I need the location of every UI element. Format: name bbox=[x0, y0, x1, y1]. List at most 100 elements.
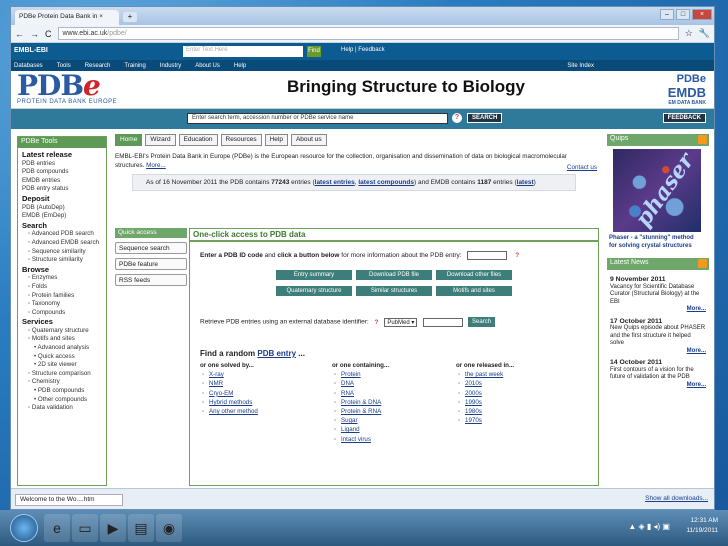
download-other-files-button[interactable]: Download other files bbox=[436, 270, 512, 280]
sidebar-link[interactable]: ◦ Advanced EMDB search bbox=[22, 239, 102, 248]
new-tab-button[interactable]: + bbox=[123, 12, 137, 22]
tab-about-us[interactable]: About us bbox=[290, 134, 327, 146]
pdbe-feature-button[interactable]: PDBe feature bbox=[115, 258, 187, 270]
random-link[interactable]: Protein & RNA bbox=[332, 407, 389, 416]
sidebar-link[interactable]: ◦ Sequence similarity bbox=[22, 248, 102, 257]
emdb-latest-link[interactable]: latest bbox=[517, 179, 534, 186]
tab-education[interactable]: Education bbox=[178, 134, 218, 146]
sidebar-link[interactable]: ◦ Chemistry bbox=[22, 378, 102, 387]
sidebar-link[interactable]: PDB entries bbox=[22, 160, 102, 169]
ebi-nav-tools[interactable]: Tools bbox=[57, 63, 71, 69]
ebi-help-links[interactable]: Help | Feedback bbox=[341, 47, 385, 53]
pdb-id-input[interactable] bbox=[467, 251, 508, 260]
download-item[interactable]: Welcome to the Wo....htm bbox=[15, 494, 123, 506]
rss-feeds-button[interactable]: RSS feeds bbox=[115, 274, 187, 286]
random-link[interactable]: the past week bbox=[456, 370, 514, 379]
sidebar-link[interactable]: ◦ Structure similarity bbox=[22, 256, 102, 265]
random-link[interactable]: Any other method bbox=[200, 407, 258, 416]
site-index-link[interactable]: Site Index bbox=[567, 63, 594, 69]
address-bar[interactable]: www.ebi.ac.uk/pdbe/ bbox=[57, 27, 679, 40]
emdb-logo[interactable]: PDBe EMDB EM DATA BANK bbox=[668, 73, 706, 106]
ebi-nav-databases[interactable]: Databases bbox=[14, 63, 43, 69]
random-link[interactable]: 1980s bbox=[456, 407, 514, 416]
download-pdb-file-button[interactable]: Download PDB file bbox=[356, 270, 432, 280]
news-more-link[interactable]: More... bbox=[610, 306, 706, 314]
reload-icon[interactable]: C bbox=[45, 29, 52, 39]
tab-home[interactable]: Home bbox=[115, 134, 143, 146]
sidebar-link[interactable]: • PDB compounds bbox=[22, 387, 102, 396]
help-question-icon[interactable]: ? bbox=[375, 319, 379, 326]
news-more-link[interactable]: More... bbox=[610, 382, 706, 390]
random-link[interactable]: X-ray bbox=[200, 370, 258, 379]
ebi-nav-about[interactable]: About Us bbox=[195, 63, 220, 69]
news-more-link[interactable]: More... bbox=[610, 348, 706, 356]
random-link[interactable]: DNA bbox=[332, 379, 389, 388]
sidebar-link[interactable]: PDB entry status bbox=[22, 185, 102, 194]
random-link[interactable]: RNA bbox=[332, 389, 389, 398]
tab-help[interactable]: Help bbox=[264, 134, 288, 146]
external-search-button[interactable]: Search bbox=[468, 317, 496, 327]
sidebar-link[interactable]: ◦ Advanced PDB search bbox=[22, 230, 102, 239]
rss-icon[interactable] bbox=[698, 259, 707, 268]
bookmark-star-icon[interactable]: ☆ bbox=[685, 28, 693, 39]
sidebar-link[interactable]: ◦ Compounds bbox=[22, 309, 102, 318]
external-id-input[interactable] bbox=[423, 317, 464, 327]
sequence-search-button[interactable]: Sequence search bbox=[115, 242, 187, 254]
quip-caption[interactable]: Phaser - a "stunning" method for solving… bbox=[609, 235, 703, 250]
ebi-nav-training[interactable]: Training bbox=[124, 63, 145, 69]
media-player-icon[interactable]: ▶ bbox=[100, 514, 126, 542]
sidebar-link[interactable]: EMDB entries bbox=[22, 177, 102, 186]
sidebar-link[interactable]: ◦ Quaternary structure bbox=[22, 327, 102, 336]
ebi-logo[interactable]: EMBL-EBI bbox=[14, 47, 48, 54]
random-link[interactable]: Cryo-EM bbox=[200, 389, 258, 398]
sidebar-link[interactable]: • 2D site viewer bbox=[22, 361, 102, 370]
sidebar-link[interactable]: ◦ Protein families bbox=[22, 292, 102, 301]
clock[interactable]: 12:31 AM 11/19/2011 bbox=[686, 516, 718, 536]
sidebar-link[interactable]: ◦ Data validation bbox=[22, 404, 102, 413]
minimize-button[interactable]: – bbox=[660, 9, 674, 20]
random-link[interactable]: Intact virus bbox=[332, 435, 389, 444]
random-link[interactable]: Protein & DNA bbox=[332, 398, 389, 407]
random-link[interactable]: Sugar bbox=[332, 416, 389, 425]
forward-icon[interactable]: → bbox=[30, 29, 39, 39]
latest-compounds-link[interactable]: latest compounds bbox=[358, 179, 414, 186]
sidebar-link[interactable]: • Quick access bbox=[22, 353, 102, 362]
random-link[interactable]: Ligand bbox=[332, 425, 389, 434]
tab-resources[interactable]: Resources bbox=[220, 134, 262, 146]
sidebar-link[interactable]: ◦ Taxonomy bbox=[22, 300, 102, 309]
sidebar-link[interactable]: • Other compounds bbox=[22, 396, 102, 405]
search-button[interactable]: SEARCH bbox=[467, 113, 503, 123]
browser-tab[interactable]: PDBe Protein Data Bank in × bbox=[15, 10, 119, 25]
ebi-search-input[interactable]: Enter Text Here bbox=[183, 46, 303, 57]
help-question-icon[interactable]: ? bbox=[452, 113, 462, 123]
phaser-image[interactable]: phaser bbox=[613, 149, 701, 232]
sidebar-link[interactable]: ◦ Structure comparison bbox=[22, 370, 102, 379]
sidebar-link[interactable]: EMDB (EmDep) bbox=[22, 212, 102, 221]
documents-icon[interactable]: ▤ bbox=[128, 514, 154, 542]
feedback-button[interactable]: FEEDBACK bbox=[662, 113, 706, 123]
ie-icon[interactable]: e bbox=[44, 514, 70, 542]
random-link[interactable]: 2000s bbox=[456, 389, 514, 398]
ebi-nav-research[interactable]: Research bbox=[85, 63, 111, 69]
random-link[interactable]: 1970s bbox=[456, 416, 514, 425]
random-link[interactable]: NMR bbox=[200, 379, 258, 388]
random-entry-link[interactable]: PDB entry bbox=[257, 349, 296, 358]
start-button[interactable] bbox=[10, 514, 38, 542]
random-link[interactable]: Hybrid methods bbox=[200, 398, 258, 407]
chrome-icon[interactable]: ◉ bbox=[156, 514, 182, 542]
random-link[interactable]: Protein bbox=[332, 370, 389, 379]
sidebar-link[interactable]: ◦ Enzymes bbox=[22, 274, 102, 283]
main-search-input[interactable]: Enter search term, accession number or P… bbox=[187, 113, 448, 124]
similar-structures-button[interactable]: Similar structures bbox=[356, 286, 432, 296]
sidebar-link[interactable]: PDB (AutoDep) bbox=[22, 204, 102, 213]
ebi-find-button[interactable]: Find bbox=[307, 46, 321, 57]
sidebar-link[interactable]: ◦ Folds bbox=[22, 283, 102, 292]
folder-icon[interactable]: ▭ bbox=[72, 514, 98, 542]
sidebar-link[interactable]: PDB compounds bbox=[22, 168, 102, 177]
database-select[interactable]: PubMed ▾ bbox=[384, 317, 418, 327]
entry-summary-button[interactable]: Entry summary bbox=[276, 270, 352, 280]
motifs-and-sites-button[interactable]: Motifs and sites bbox=[436, 286, 512, 296]
maximize-button[interactable]: □ bbox=[676, 9, 690, 20]
contact-us-link[interactable]: Contact us bbox=[567, 163, 597, 172]
ebi-nav-industry[interactable]: Industry bbox=[160, 63, 181, 69]
